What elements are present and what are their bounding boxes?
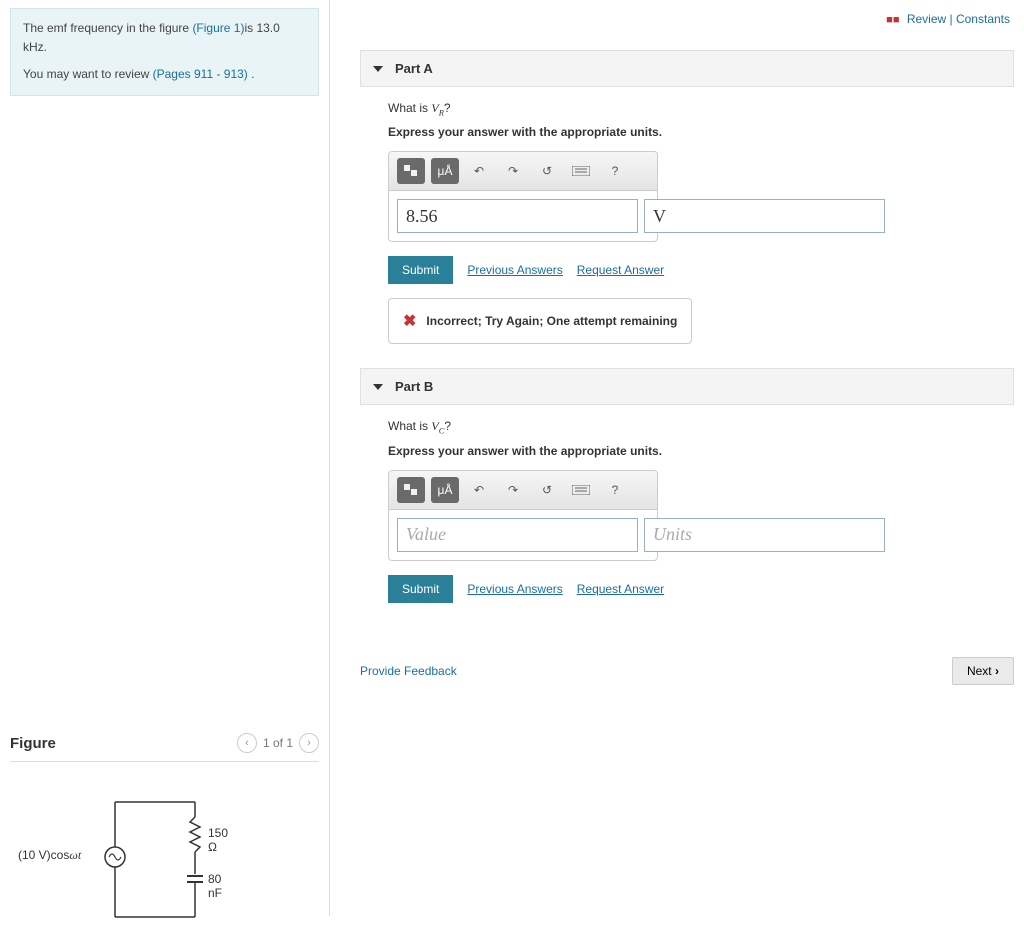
units-button[interactable]: μÅ: [431, 158, 459, 184]
figure-link[interactable]: (Figure 1): [192, 21, 244, 35]
part-b-instruction: Express your answer with the appropriate…: [388, 444, 998, 458]
part-b-question: What is VC?: [388, 419, 998, 435]
part-a-question: What is VR?: [388, 101, 998, 117]
keyboard-button[interactable]: [567, 158, 595, 184]
resistor-label: 150 Ω: [208, 826, 228, 854]
figure-next-button[interactable]: ›: [299, 733, 319, 753]
source-label: (10 V)cosωt: [18, 848, 81, 863]
answer-widget-b: μÅ ↶ ↷ ↺ ?: [388, 470, 658, 561]
value-input-a[interactable]: [397, 199, 638, 233]
keyboard-button[interactable]: [567, 477, 595, 503]
incorrect-icon: ✖: [403, 311, 416, 331]
figure-prev-button[interactable]: ‹: [237, 733, 257, 753]
caret-down-icon: [373, 384, 383, 390]
part-a-instruction: Express your answer with the appropriate…: [388, 125, 998, 139]
flag-icon: ■■: [886, 14, 899, 26]
constants-link[interactable]: Constants: [956, 12, 1010, 26]
caret-down-icon: [373, 66, 383, 72]
review-link[interactable]: Review: [907, 12, 946, 26]
undo-button[interactable]: ↶: [465, 477, 493, 503]
unit-input-b[interactable]: [644, 518, 885, 552]
help-button[interactable]: ?: [601, 477, 629, 503]
intro-text: .: [248, 67, 255, 81]
units-button[interactable]: μÅ: [431, 477, 459, 503]
figure-pager: ‹ 1 of 1 ›: [237, 733, 319, 753]
feedback-box-a: ✖ Incorrect; Try Again; One attempt rema…: [388, 298, 692, 344]
chevron-right-icon: ›: [995, 664, 999, 678]
unit-input-a[interactable]: [644, 199, 885, 233]
part-b-title: Part B: [395, 379, 433, 394]
problem-intro: The emf frequency in the figure (Figure …: [10, 8, 319, 96]
feedback-text: Incorrect; Try Again; One attempt remain…: [426, 314, 677, 328]
part-b-body: What is VC? Express your answer with the…: [360, 405, 1014, 634]
help-button[interactable]: ?: [601, 158, 629, 184]
intro-text: You may want to review: [23, 67, 153, 81]
pages-link[interactable]: (Pages 911 - 913): [153, 67, 248, 81]
figure-panel: Figure ‹ 1 of 1 ›: [10, 733, 319, 932]
templates-button[interactable]: [397, 477, 425, 503]
next-button[interactable]: Next ›: [952, 657, 1014, 685]
request-answer-link-a[interactable]: Request Answer: [577, 263, 664, 277]
figure-heading: Figure: [10, 735, 56, 752]
reset-button[interactable]: ↺: [533, 477, 561, 503]
redo-button[interactable]: ↷: [499, 158, 527, 184]
circuit-diagram: (10 V)cosωt 150 Ω 80 nF: [20, 782, 220, 932]
request-answer-link-b[interactable]: Request Answer: [577, 582, 664, 596]
part-a-title: Part A: [395, 61, 433, 76]
submit-button-b[interactable]: Submit: [388, 575, 453, 603]
provide-feedback-link[interactable]: Provide Feedback: [360, 664, 457, 678]
figure-pager-label: 1 of 1: [263, 736, 293, 750]
answer-widget-a: μÅ ↶ ↷ ↺ ?: [388, 151, 658, 242]
part-b-header[interactable]: Part B: [360, 368, 1014, 405]
previous-answers-link-a[interactable]: Previous Answers: [467, 263, 562, 277]
templates-button[interactable]: [397, 158, 425, 184]
previous-answers-link-b[interactable]: Previous Answers: [467, 582, 562, 596]
submit-button-a[interactable]: Submit: [388, 256, 453, 284]
value-input-b[interactable]: [397, 518, 638, 552]
undo-button[interactable]: ↶: [465, 158, 493, 184]
redo-button[interactable]: ↷: [499, 477, 527, 503]
intro-text: The emf frequency in the figure: [23, 21, 192, 35]
part-a-body: What is VR? Express your answer with the…: [360, 87, 1014, 362]
reset-button[interactable]: ↺: [533, 158, 561, 184]
part-a-header[interactable]: Part A: [360, 50, 1014, 87]
capacitor-label: 80 nF: [208, 872, 222, 900]
